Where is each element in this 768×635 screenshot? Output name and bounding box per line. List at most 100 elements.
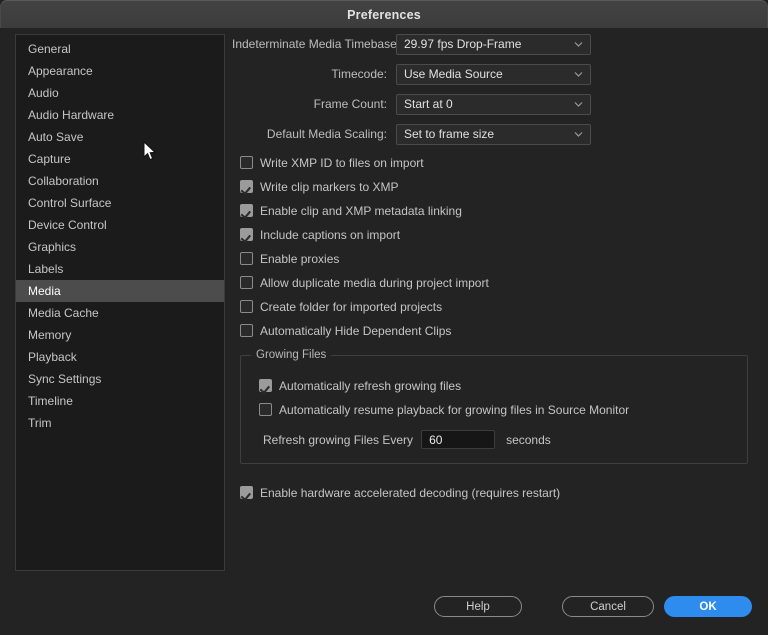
chevron-down-icon [574, 70, 583, 79]
help-button[interactable]: Help [434, 596, 522, 617]
dropdown-1[interactable]: Use Media Source [396, 63, 591, 85]
refresh-interval-input[interactable]: 60 [421, 430, 496, 449]
option-row[interactable]: Include captions on import [240, 226, 756, 243]
growing-option-row[interactable]: Automatically refresh growing files [259, 377, 747, 394]
field-label: Frame Count: [313, 97, 387, 111]
sidebar-item-capture[interactable]: Capture [16, 148, 224, 170]
option-row[interactable]: Write XMP ID to files on import [240, 154, 756, 171]
growing-option-row[interactable]: Automatically resume playback for growin… [259, 401, 747, 418]
sidebar-item-label: Trim [28, 416, 52, 430]
option-label: Enable clip and XMP metadata linking [260, 203, 462, 218]
option-checkbox[interactable] [240, 252, 253, 265]
sidebar-item-media[interactable]: Media [16, 280, 224, 302]
option-checkbox[interactable] [240, 276, 253, 289]
dropdown-2[interactable]: Start at 0 [396, 93, 591, 115]
category-list[interactable]: General Appearance Audio Audio Hardware Auto… [15, 34, 225, 571]
dropdown-0[interactable]: 29.97 fps Drop-Frame [396, 33, 591, 55]
sidebar-item-device-control[interactable]: Device Control [16, 214, 224, 236]
sidebar-item-label: Timeline [28, 394, 73, 408]
option-row[interactable]: Automatically Hide Dependent Clips [240, 322, 756, 339]
sidebar-item-auto-save[interactable]: Auto Save [16, 126, 224, 148]
sidebar-item-trim[interactable]: Trim [16, 412, 224, 434]
ok-button[interactable]: OK [664, 596, 752, 617]
option-row[interactable]: Write clip markers to XMP [240, 178, 756, 195]
sidebar-item-label: Memory [28, 328, 72, 342]
preferences-dialog: Preferences General Appearance Audio Audio … [0, 0, 768, 635]
option-label: Create folder for imported projects [260, 299, 443, 314]
option-checkbox[interactable] [240, 156, 253, 169]
window-title: Preferences [347, 7, 421, 22]
sidebar-item-label: Collaboration [28, 174, 99, 188]
growing-files-legend: Growing Files [251, 349, 332, 361]
sidebar-item-label: Control Surface [28, 196, 112, 210]
refresh-interval-suffix: seconds [506, 432, 551, 447]
growing-files-checkbox-group: Automatically refresh growing files Autom… [241, 377, 747, 418]
sidebar-item-label: Audio Hardware [28, 108, 115, 122]
option-checkbox[interactable] [240, 228, 253, 241]
field-row: Default Media Scaling: Set to frame size [232, 123, 756, 145]
sidebar-item-media-cache[interactable]: Media Cache [16, 302, 224, 324]
field-row: Timecode: Use Media Source [232, 63, 756, 85]
growing-option-checkbox[interactable] [259, 379, 272, 392]
cancel-button-label: Cancel [590, 600, 626, 613]
option-checkbox[interactable] [240, 324, 253, 337]
option-checkbox[interactable] [240, 300, 253, 313]
dropdown-field-group: Indeterminate Media Timebase: 29.97 fps D… [232, 33, 756, 145]
sidebar-item-audio-hardware[interactable]: Audio Hardware [16, 104, 224, 126]
option-row[interactable]: Enable clip and XMP metadata linking [240, 202, 756, 219]
field-row: Indeterminate Media Timebase: 29.97 fps D… [232, 33, 756, 55]
sidebar-item-label: Device Control [28, 218, 107, 232]
sidebar-item-labels[interactable]: Labels [16, 258, 224, 280]
sidebar-item-label: Graphics [28, 240, 77, 254]
option-label: Write clip markers to XMP [260, 179, 399, 194]
cancel-button[interactable]: Cancel [562, 596, 654, 617]
sidebar-item-label: Sync Settings [28, 372, 102, 386]
dropdown-value: Start at 0 [404, 97, 453, 111]
option-label: Enable proxies [260, 251, 340, 266]
dialog-footer: Help Cancel OK [0, 589, 768, 635]
growing-option-label: Automatically resume playback for growin… [279, 402, 630, 417]
sidebar-item-general[interactable]: General [16, 38, 224, 60]
sidebar-item-collaboration[interactable]: Collaboration [16, 170, 224, 192]
hardware-decoding-label: Enable hardware accelerated decoding (re… [260, 485, 561, 500]
field-label: Indeterminate Media Timebase: [232, 37, 401, 51]
hardware-decoding-checkbox[interactable] [240, 486, 253, 499]
sidebar-item-control-surface[interactable]: Control Surface [16, 192, 224, 214]
sidebar-item-audio[interactable]: Audio [16, 82, 224, 104]
option-row[interactable]: Create folder for imported projects [240, 298, 756, 315]
sidebar-item-label: Appearance [28, 64, 93, 78]
dropdown-value: Use Media Source [404, 67, 503, 81]
option-checkbox[interactable] [240, 204, 253, 217]
help-button-label: Help [466, 600, 490, 613]
sidebar-item-memory[interactable]: Memory [16, 324, 224, 346]
dropdown-3[interactable]: Set to frame size [396, 123, 591, 145]
refresh-interval-row: Refresh growing Files Every 60 seconds [263, 429, 747, 450]
option-checkbox[interactable] [240, 180, 253, 193]
sidebar-item-timeline[interactable]: Timeline [16, 390, 224, 412]
option-label: Write XMP ID to files on import [260, 155, 424, 170]
sidebar-item-label: Auto Save [28, 130, 84, 144]
refresh-interval-value: 60 [429, 432, 443, 447]
sidebar-item-playback[interactable]: Playback [16, 346, 224, 368]
option-label: Allow duplicate media during project imp… [260, 275, 489, 290]
option-row[interactable]: Allow duplicate media during project imp… [240, 274, 756, 291]
dialog-body: General Appearance Audio Audio Hardware Auto… [0, 28, 768, 635]
growing-option-label: Automatically refresh growing files [279, 378, 462, 393]
sidebar-item-label: Audio [28, 86, 59, 100]
sidebar-item-label: Labels [28, 262, 64, 276]
chevron-down-icon [574, 40, 583, 49]
field-row: Frame Count: Start at 0 [232, 93, 756, 115]
sidebar-item-label: Media [28, 284, 61, 298]
field-label: Timecode: [331, 67, 387, 81]
sidebar-item-label: General [28, 42, 71, 56]
hardware-decoding-row[interactable]: Enable hardware accelerated decoding (re… [240, 484, 756, 501]
sidebar-item-sync-settings[interactable]: Sync Settings [16, 368, 224, 390]
dropdown-value: Set to frame size [404, 127, 495, 141]
growing-option-checkbox[interactable] [259, 403, 272, 416]
sidebar-item-appearance[interactable]: Appearance [16, 60, 224, 82]
sidebar-item-graphics[interactable]: Graphics [16, 236, 224, 258]
dropdown-value: 29.97 fps Drop-Frame [404, 37, 522, 51]
sidebar-item-label: Playback [28, 350, 77, 364]
option-row[interactable]: Enable proxies [240, 250, 756, 267]
ok-button-label: OK [699, 600, 717, 613]
